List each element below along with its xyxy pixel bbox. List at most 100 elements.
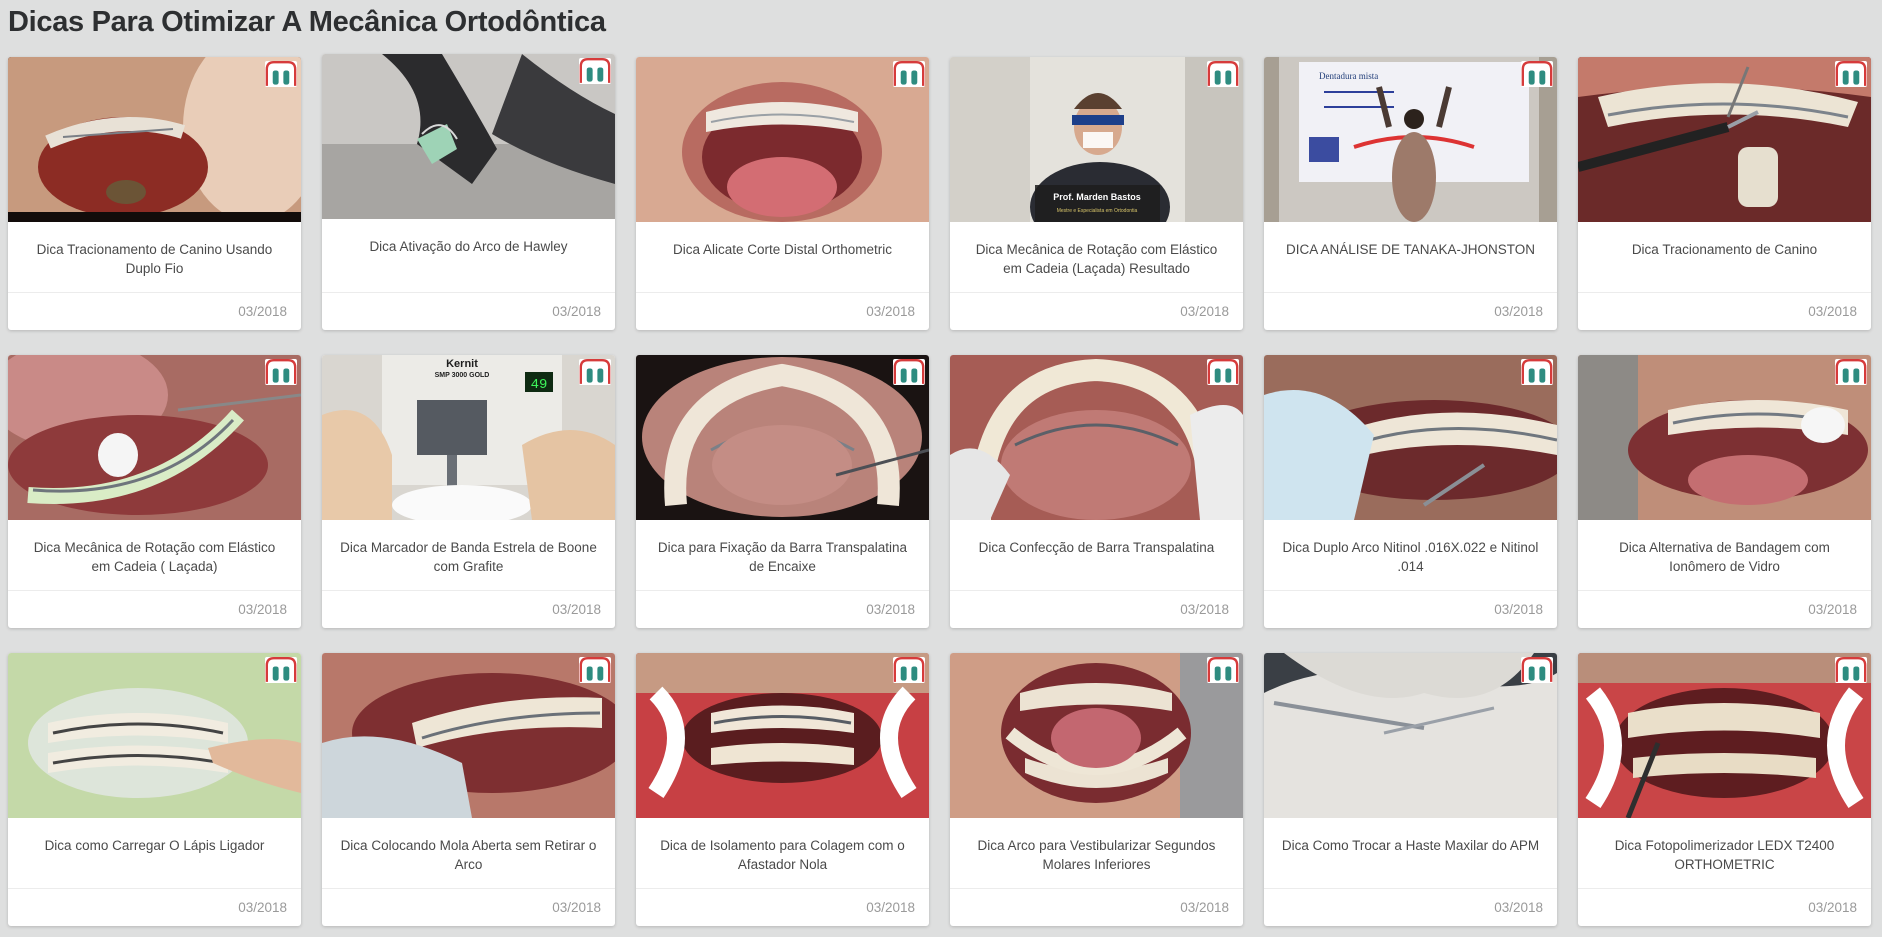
video-title[interactable]: DICA ANÁLISE DE TANAKA-JHONSTON — [1264, 222, 1557, 292]
video-date: 03/2018 — [1180, 602, 1229, 617]
video-card[interactable]: Dentadura mista DICA ANÁLISE DE TANAKA-J… — [1264, 57, 1557, 330]
video-card[interactable]: Dica como Carregar O Lápis Ligador 03/20… — [8, 653, 301, 926]
video-thumbnail[interactable] — [1264, 653, 1557, 818]
video-date: 03/2018 — [238, 602, 287, 617]
video-title[interactable]: Dica como Carregar O Lápis Ligador — [8, 818, 301, 888]
video-title[interactable]: Dica Arco para Vestibularizar Segundos M… — [950, 818, 1243, 888]
video-card[interactable]: Dica para Fixação da Barra Transpalatina… — [636, 355, 929, 628]
brand-logo-icon — [579, 657, 611, 683]
video-date: 03/2018 — [1494, 900, 1543, 915]
video-title[interactable]: Dica Alternativa de Bandagem com Ionômer… — [1578, 520, 1871, 590]
video-card[interactable]: Kernit SMP 3000 GOLD 49 Dica Marcador de… — [322, 355, 615, 628]
video-date: 03/2018 — [1180, 900, 1229, 915]
video-date: 03/2018 — [552, 304, 601, 319]
palate-image — [636, 355, 929, 520]
video-thumbnail[interactable] — [636, 355, 929, 520]
brand-logo-icon — [579, 359, 611, 385]
video-thumbnail[interactable] — [8, 355, 301, 520]
video-card[interactable]: Dica Fotopolimerizador LEDX T2400 ORTHOM… — [1578, 653, 1871, 926]
brand-logo-icon — [1207, 657, 1239, 683]
video-date: 03/2018 — [1494, 304, 1543, 319]
video-thumbnail[interactable] — [1578, 57, 1871, 222]
video-title[interactable]: Dica Confecção de Barra Transpalatina — [950, 520, 1243, 590]
brand-logo-icon — [265, 359, 297, 385]
video-title[interactable]: Dica para Fixação da Barra Transpalatina… — [636, 520, 929, 590]
page-title: Dicas Para Otimizar A Mecânica Ortodônti… — [8, 6, 606, 38]
video-title[interactable]: Dica Duplo Arco Nitinol .016X.022 e Niti… — [1264, 520, 1557, 590]
video-title[interactable]: Dica de Isolamento para Colagem com o Af… — [636, 818, 929, 888]
lower-arch-mouth-image — [950, 653, 1243, 818]
presenter-subtitle-caption: Mestre e Especialista em Ortodontia — [1057, 208, 1138, 214]
video-thumbnail[interactable] — [322, 54, 615, 219]
video-title[interactable]: Dica Tracionamento de Canino — [1578, 222, 1871, 292]
video-card[interactable]: Dica Tracionamento de Canino 03/2018 — [1578, 57, 1871, 330]
video-card[interactable]: Dica Alternativa de Bandagem com Ionômer… — [1578, 355, 1871, 628]
video-date: 03/2018 — [866, 900, 915, 915]
video-card[interactable]: Dica Duplo Arco Nitinol .016X.022 e Niti… — [1264, 355, 1557, 628]
presenter-name-caption: Prof. Marden Bastos — [1053, 192, 1141, 202]
nola-retractor-image — [636, 653, 929, 818]
video-title[interactable]: Dica Como Trocar a Haste Maxilar do APM — [1264, 818, 1557, 888]
curing-light-image — [1578, 653, 1871, 818]
lecture-projection-image: Dentadura mista — [1264, 57, 1557, 222]
open-mouth-braces-image — [636, 57, 929, 222]
video-card[interactable]: Dica Arco para Vestibularizar Segundos M… — [950, 653, 1243, 926]
video-title[interactable]: Dica Colocando Mola Aberta sem Retirar o… — [322, 818, 615, 888]
video-thumbnail[interactable] — [1578, 355, 1871, 520]
brand-logo-icon — [1521, 61, 1553, 87]
video-title[interactable]: Dica Tracionamento de Canino Usando Dupl… — [8, 222, 301, 292]
brand-logo-icon — [1521, 359, 1553, 385]
video-thumbnail[interactable]: Dentadura mista — [1264, 57, 1557, 222]
device-brand-text: Kernit — [446, 358, 478, 370]
video-title[interactable]: Dica Marcador de Banda Estrela de Boone … — [322, 520, 615, 590]
video-thumbnail[interactable] — [950, 653, 1243, 818]
device-display-text: 49 — [531, 377, 548, 393]
video-title[interactable]: Dica Alicate Corte Distal Orthometric — [636, 222, 929, 292]
video-card[interactable]: Dica de Isolamento para Colagem com o Af… — [636, 653, 929, 926]
mouth-cotton-roll-image — [8, 355, 301, 520]
video-date: 03/2018 — [1808, 304, 1857, 319]
transpalatal-bar-image — [950, 355, 1243, 520]
video-thumbnail[interactable] — [636, 653, 929, 818]
video-thumbnail[interactable]: Kernit SMP 3000 GOLD 49 — [322, 355, 615, 520]
gloved-hands-image — [322, 54, 615, 219]
double-arch-image — [1264, 355, 1557, 520]
brand-logo-icon — [893, 359, 925, 385]
video-title[interactable]: Dica Mecânica de Rotação com Elástico em… — [8, 520, 301, 590]
video-card[interactable]: Dica Mecânica de Rotação com Elástico em… — [8, 355, 301, 628]
brand-logo-icon — [579, 58, 611, 84]
video-date: 03/2018 — [866, 602, 915, 617]
video-grid: Dica Tracionamento de Canino Usando Dupl… — [8, 54, 1871, 926]
apm-hands-image — [1264, 653, 1557, 818]
video-title[interactable]: Dica Mecânica de Rotação com Elástico em… — [950, 222, 1243, 292]
brand-logo-icon — [893, 657, 925, 683]
video-date: 03/2018 — [1808, 602, 1857, 617]
brand-logo-icon — [1835, 359, 1867, 385]
video-date: 03/2018 — [238, 900, 287, 915]
video-thumbnail[interactable] — [636, 57, 929, 222]
brand-logo-icon — [1835, 657, 1867, 683]
video-date: 03/2018 — [1180, 304, 1229, 319]
mouth-photo-image — [8, 57, 301, 222]
mouth-tracionamento-image — [1578, 57, 1871, 222]
video-card[interactable]: Dica Tracionamento de Canino Usando Dupl… — [8, 57, 301, 330]
video-card[interactable]: Dica Alicate Corte Distal Orthometric 03… — [636, 57, 929, 330]
video-thumbnail[interactable] — [8, 653, 301, 818]
video-thumbnail[interactable] — [322, 653, 615, 818]
video-card[interactable]: Dica Colocando Mola Aberta sem Retirar o… — [322, 653, 615, 926]
video-thumbnail[interactable] — [1578, 653, 1871, 818]
video-card[interactable]: Dica Confecção de Barra Transpalatina 03… — [950, 355, 1243, 628]
video-date: 03/2018 — [238, 304, 287, 319]
video-title[interactable]: Dica Ativação do Arco de Hawley — [322, 219, 615, 292]
presenter-image: Prof. Marden Bastos Mestre e Especialist… — [950, 57, 1243, 222]
video-thumbnail[interactable]: Prof. Marden Bastos Mestre e Especialist… — [950, 57, 1243, 222]
video-card[interactable]: Dica Como Trocar a Haste Maxilar do APM … — [1264, 653, 1557, 926]
video-thumbnail[interactable] — [950, 355, 1243, 520]
video-card[interactable]: Dica Ativação do Arco de Hawley 03/2018 — [322, 54, 615, 330]
video-title[interactable]: Dica Fotopolimerizador LEDX T2400 ORTHOM… — [1578, 818, 1871, 888]
video-thumbnail[interactable] — [8, 57, 301, 222]
video-thumbnail[interactable] — [1264, 355, 1557, 520]
brand-logo-icon — [265, 61, 297, 87]
typodont-model-image — [8, 653, 301, 818]
video-card[interactable]: Prof. Marden Bastos Mestre e Especialist… — [950, 57, 1243, 330]
